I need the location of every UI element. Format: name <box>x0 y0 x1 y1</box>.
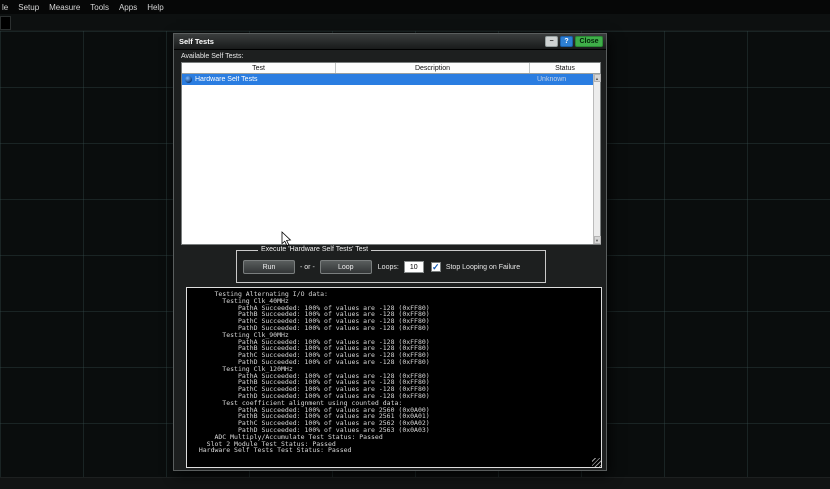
self-tests-dialog: Self Tests − ? Close Available Self Test… <box>173 33 607 471</box>
menu-tools[interactable]: Tools <box>90 3 109 12</box>
checkmark-icon: ✓ <box>432 261 440 272</box>
table-scrollbar[interactable]: ▲ ▼ <box>593 74 601 244</box>
menu-help[interactable]: Help <box>147 3 163 12</box>
close-button[interactable]: Close <box>575 36 603 47</box>
corner-panel-tab <box>0 16 11 30</box>
available-self-tests-label: Available Self Tests: <box>181 53 244 60</box>
menu-file[interactable]: le <box>2 3 8 12</box>
dialog-title: Self Tests <box>179 37 214 46</box>
run-button[interactable]: Run <box>243 260 295 274</box>
loops-input[interactable] <box>403 261 424 273</box>
test-name-label: Hardware Self Tests <box>195 76 258 83</box>
table-header: Test Description Status <box>182 63 600 74</box>
test-results-console[interactable]: Testing Alternating I/O data: Testing Cl… <box>186 287 602 468</box>
column-header-status[interactable]: Status <box>530 63 600 73</box>
scroll-down-icon[interactable]: ▼ <box>593 236 601 244</box>
menu-measure[interactable]: Measure <box>49 3 80 12</box>
table-row-hardware-self-tests[interactable]: Hardware Self Tests Unknown <box>182 74 600 85</box>
stop-looping-label: Stop Looping on Failure <box>445 263 521 271</box>
execute-group: Execute 'Hardware Self Tests' Test Run -… <box>236 246 546 283</box>
dialog-titlebar[interactable]: Self Tests − ? Close <box>174 34 606 50</box>
status-strip <box>0 14 830 31</box>
mouse-cursor-icon <box>281 231 292 247</box>
execute-controls-row: Run - or - Loop Loops: ✓ Stop Looping on… <box>243 260 542 274</box>
execute-group-label: Execute 'Hardware Self Tests' Test <box>258 246 372 253</box>
stop-looping-checkbox[interactable]: ✓ <box>430 261 441 272</box>
test-name-cell: Hardware Self Tests <box>182 76 336 83</box>
or-label: - or - <box>300 263 315 271</box>
test-status-cell: Unknown <box>537 76 567 83</box>
scroll-up-icon[interactable]: ▲ <box>593 74 601 82</box>
column-header-test[interactable]: Test <box>182 63 336 73</box>
test-item-icon <box>185 76 192 83</box>
menu-setup[interactable]: Setup <box>18 3 39 12</box>
bottom-status-bar <box>0 477 830 489</box>
column-header-description[interactable]: Description <box>336 63 530 73</box>
loop-button[interactable]: Loop <box>319 260 372 274</box>
menu-apps[interactable]: Apps <box>119 3 137 12</box>
self-tests-table[interactable]: Test Description Status Hardware Self Te… <box>181 62 601 245</box>
minimize-button[interactable]: − <box>545 36 558 47</box>
loops-label: Loops: <box>377 263 399 271</box>
console-text: Testing Alternating I/O data: Testing Cl… <box>198 290 430 455</box>
help-button[interactable]: ? <box>560 36 573 47</box>
resize-grip-icon[interactable] <box>592 458 601 467</box>
oscilloscope-screen: le Setup Measure Tools Apps Help Auto Sc… <box>0 0 830 489</box>
menu-bar: le Setup Measure Tools Apps Help <box>0 0 830 14</box>
